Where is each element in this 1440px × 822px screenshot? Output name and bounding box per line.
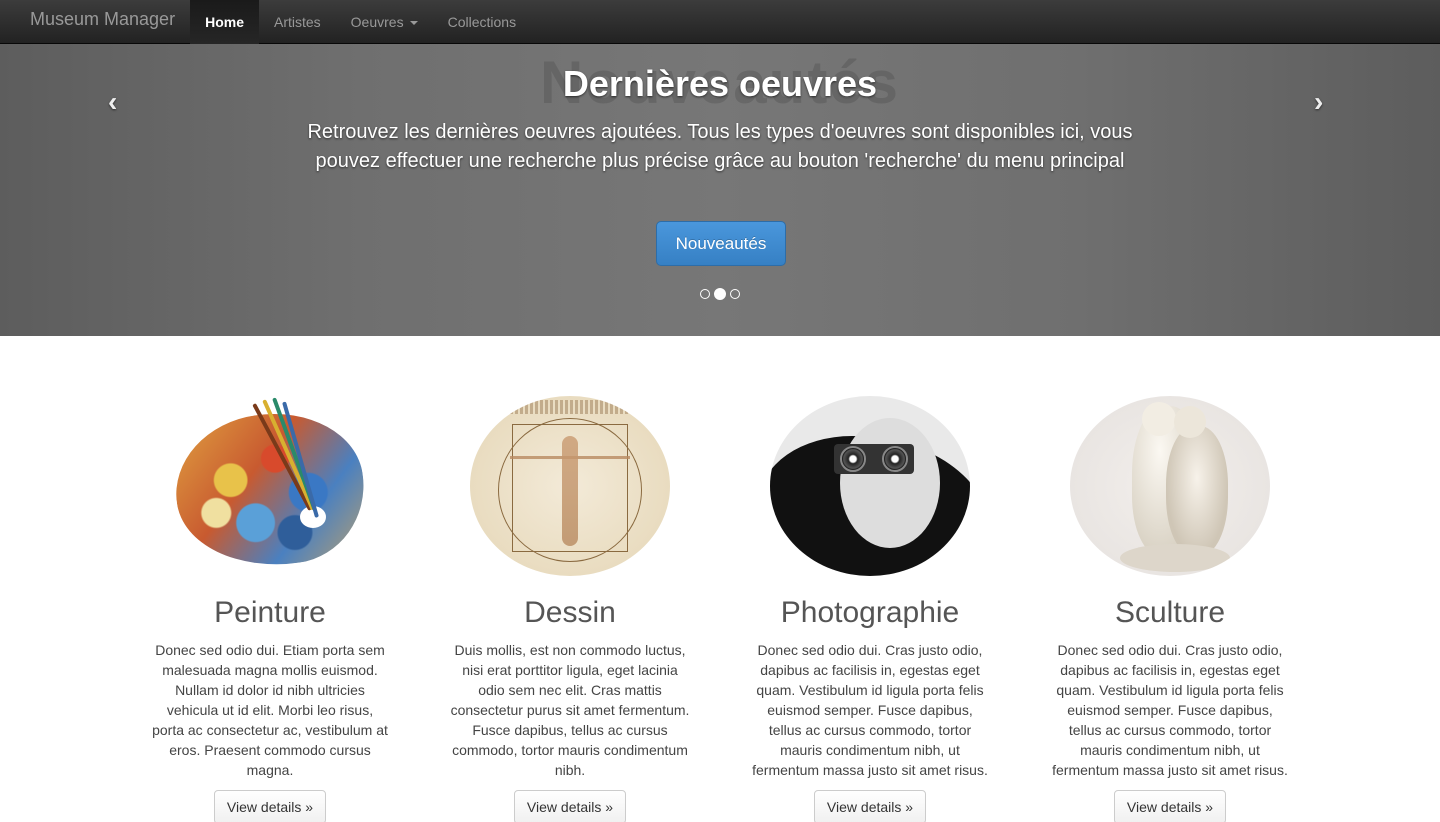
nav-home[interactable]: Home	[190, 0, 259, 44]
feature-text: Donec sed odio dui. Cras justo odio, dap…	[1052, 642, 1288, 778]
feature-text: Duis mollis, est non commodo luctus, nis…	[450, 642, 690, 778]
feature-title: Sculture	[1114, 596, 1226, 629]
photographer-image	[770, 396, 970, 576]
feature-peinture: Peinture Donec sed odio dui. Etiam porta…	[140, 396, 400, 822]
carousel-title: Dernières oeuvres	[562, 63, 878, 104]
feature-text: Donec sed odio dui. Cras justo odio, dap…	[752, 642, 988, 778]
carousel-indicator-active[interactable]	[714, 288, 726, 300]
nav-oeuvres-dropdown[interactable]: Oeuvres	[336, 0, 433, 44]
vitruvian-man-image	[470, 396, 670, 576]
view-details-button[interactable]: View details »	[813, 790, 927, 822]
sculpture-image	[1070, 396, 1270, 576]
carousel-next-icon[interactable]: ›	[1314, 86, 1323, 118]
nav-collections[interactable]: Collections	[433, 0, 531, 44]
carousel-text: Retrouvez les dernières oeuvres ajoutées…	[307, 120, 1133, 172]
hero-carousel: Nouveautés ‹ › Dernières oeuvres Retrouv…	[0, 44, 1440, 336]
carousel-indicators	[0, 288, 1440, 300]
nav-artistes[interactable]: Artistes	[259, 0, 336, 44]
feature-sculture: Sculture Donec sed odio dui. Cras justo …	[1040, 396, 1300, 822]
nav-menu: Home Artistes Oeuvres Collections	[190, 0, 531, 44]
feature-dessin: Dessin Duis mollis, est non commodo luct…	[440, 396, 700, 822]
view-details-button[interactable]: View details »	[213, 790, 327, 822]
nouveautes-button[interactable]: Nouveautés	[656, 221, 786, 266]
feature-title: Peinture	[214, 596, 326, 629]
feature-title: Dessin	[524, 596, 616, 629]
feature-photographie: Photographie Donec sed odio dui. Cras ju…	[740, 396, 1000, 822]
caret-down-icon	[409, 21, 418, 25]
brand-link[interactable]: Museum Manager	[0, 0, 190, 38]
carousel-indicator[interactable]	[700, 289, 710, 299]
view-details-button[interactable]: View details »	[513, 790, 627, 822]
view-details-button[interactable]: View details »	[1113, 790, 1227, 822]
nav-oeuvres-label: Oeuvres	[350, 14, 404, 30]
feature-text: Donec sed odio dui. Etiam porta sem male…	[152, 642, 388, 778]
carousel-caption: Dernières oeuvres Retrouvez les dernière…	[280, 64, 1160, 176]
features-section: Peinture Donec sed odio dui. Etiam porta…	[0, 336, 1440, 822]
carousel-indicator[interactable]	[730, 289, 740, 299]
top-navbar: Museum Manager Home Artistes Oeuvres Col…	[0, 0, 1440, 44]
feature-title: Photographie	[780, 596, 960, 629]
carousel-prev-icon[interactable]: ‹	[108, 86, 117, 118]
paint-palette-image	[170, 396, 370, 576]
